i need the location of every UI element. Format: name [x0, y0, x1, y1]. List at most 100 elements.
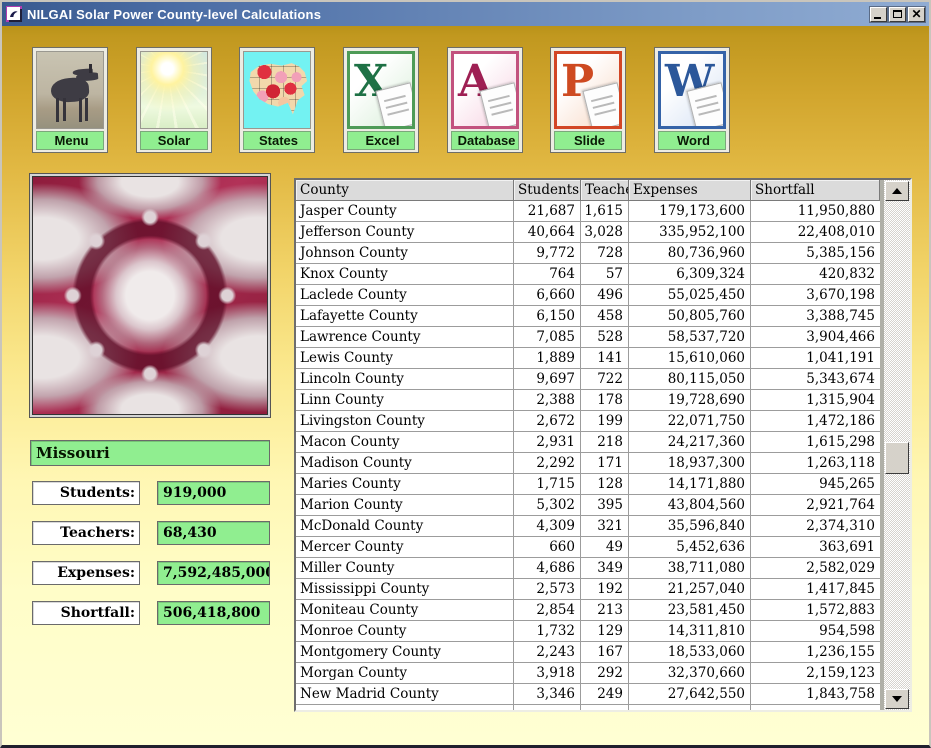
- field-label-shortfall: Shortfall:: [32, 601, 140, 625]
- scrollbar-thumb[interactable]: [885, 442, 909, 474]
- field-value-teachers: 68,430: [157, 521, 270, 545]
- value-cell: 2,931: [514, 432, 581, 453]
- county-cell: Laclede County: [296, 285, 514, 306]
- access-icon: [451, 51, 519, 129]
- scroll-down-button[interactable]: [885, 689, 909, 709]
- us-map-icon: [243, 51, 311, 129]
- app-icon: [6, 6, 23, 23]
- field-label-teachers: Teachers:: [32, 521, 140, 545]
- table-row[interactable]: Knox County764576,309,324420,832: [296, 264, 880, 285]
- value-cell: 945,265: [751, 474, 880, 495]
- table-row[interactable]: Lewis County1,88914115,610,0601,041,191: [296, 348, 880, 369]
- tool-button-label: Word: [658, 131, 726, 150]
- table-row[interactable]: Macon County2,93121824,217,3601,615,298: [296, 432, 880, 453]
- value-cell: 660: [514, 537, 581, 558]
- value-cell: 141: [581, 348, 629, 369]
- county-cell: New Madrid County: [296, 684, 514, 705]
- value-cell: 1,732: [514, 621, 581, 642]
- title-bar: NILGAI Solar Power County-level Calculat…: [2, 2, 929, 26]
- value-cell: 335,952,100: [629, 222, 751, 243]
- value-cell: 23,581,450: [629, 600, 751, 621]
- table-row[interactable]: Montgomery County2,24316718,533,0601,236…: [296, 642, 880, 663]
- table-row[interactable]: Lawrence County7,08552858,537,7203,904,4…: [296, 327, 880, 348]
- county-cell: Montgomery County: [296, 642, 514, 663]
- value-cell: 6,309,324: [629, 264, 751, 285]
- value-cell: 55,025,450: [629, 285, 751, 306]
- value-cell: 728: [581, 243, 629, 264]
- close-icon: ✕: [909, 8, 924, 21]
- column-header-teachers: Teachers: [581, 180, 629, 201]
- value-cell: 3,918: [514, 663, 581, 684]
- table-row[interactable]: Moniteau County2,85421323,581,4501,572,8…: [296, 600, 880, 621]
- scroll-up-button[interactable]: [885, 181, 909, 201]
- table-row[interactable]: Miller County4,68634938,711,0802,582,029: [296, 558, 880, 579]
- minimize-button[interactable]: [870, 7, 887, 22]
- fractal-pattern: [32, 176, 268, 415]
- value-cell: 2,292: [514, 453, 581, 474]
- value-cell: 420,832: [751, 264, 880, 285]
- table-row[interactable]: Lafayette County6,15045850,805,7603,388,…: [296, 306, 880, 327]
- table-row[interactable]: Mercer County660495,452,636363,691: [296, 537, 880, 558]
- toolbar-button-excel[interactable]: Excel: [343, 47, 419, 153]
- table-row[interactable]: Marion County5,30239543,804,5602,921,764: [296, 495, 880, 516]
- value-cell: 5,452,636: [629, 537, 751, 558]
- value-cell: 32,370,660: [629, 663, 751, 684]
- value-cell: 22,408,010: [751, 222, 880, 243]
- toolbar-button-solar[interactable]: Solar: [136, 47, 212, 153]
- table-row[interactable]: New Madrid County3,34624927,642,5501,843…: [296, 684, 880, 705]
- vertical-scrollbar[interactable]: [880, 180, 910, 710]
- value-cell: 321: [581, 516, 629, 537]
- window-controls: ✕: [870, 7, 925, 22]
- powerpoint-icon: [554, 51, 622, 129]
- county-table-grid: CountyStudentsTeachersExpensesShortfallJ…: [296, 180, 880, 710]
- value-cell: 395: [581, 495, 629, 516]
- table-row[interactable]: Lincoln County9,69772280,115,0505,343,67…: [296, 369, 880, 390]
- close-button[interactable]: ✕: [908, 7, 925, 22]
- county-cell: Macon County: [296, 432, 514, 453]
- table-row[interactable]: Monroe County1,73212914,311,810954,598: [296, 621, 880, 642]
- table-row[interactable]: Morgan County3,91829232,370,6602,159,123: [296, 663, 880, 684]
- value-cell: 5,302: [514, 495, 581, 516]
- window-title: NILGAI Solar Power County-level Calculat…: [27, 7, 870, 22]
- toolbar-button-states[interactable]: States: [239, 47, 315, 153]
- value-cell: 2,388: [514, 390, 581, 411]
- table-row-partial: [296, 705, 880, 710]
- value-cell: 1,041,191: [751, 348, 880, 369]
- county-cell: Madison County: [296, 453, 514, 474]
- value-cell: 5,343,674: [751, 369, 880, 390]
- value-cell: 22,071,750: [629, 411, 751, 432]
- toolbar-button-database[interactable]: Database: [447, 47, 523, 153]
- table-row[interactable]: Laclede County6,66049655,025,4503,670,19…: [296, 285, 880, 306]
- value-cell: 57: [581, 264, 629, 285]
- value-cell: 4,309: [514, 516, 581, 537]
- value-cell: 6,150: [514, 306, 581, 327]
- value-cell: 2,921,764: [751, 495, 880, 516]
- table-row[interactable]: Johnson County9,77272880,736,9605,385,15…: [296, 243, 880, 264]
- table-row[interactable]: Jefferson County40,6643,028335,952,10022…: [296, 222, 880, 243]
- value-cell: 2,159,123: [751, 663, 880, 684]
- toolbar-button-menu[interactable]: Menu: [32, 47, 108, 153]
- scrollbar-track[interactable]: [884, 180, 910, 710]
- value-cell: 1,615: [581, 201, 629, 222]
- maximize-button[interactable]: [889, 7, 906, 22]
- county-cell: Miller County: [296, 558, 514, 579]
- value-cell: 954,598: [751, 621, 880, 642]
- value-cell: 80,736,960: [629, 243, 751, 264]
- table-row[interactable]: McDonald County4,30932135,596,8402,374,3…: [296, 516, 880, 537]
- table-row[interactable]: Mississippi County2,57319221,257,0401,41…: [296, 579, 880, 600]
- table-row[interactable]: Linn County2,38817819,728,6901,315,904: [296, 390, 880, 411]
- value-cell: 218: [581, 432, 629, 453]
- value-cell: 18,937,300: [629, 453, 751, 474]
- toolbar-button-slide[interactable]: Slide: [550, 47, 626, 153]
- toolbar-button-word[interactable]: Word: [654, 47, 730, 153]
- value-cell: 496: [581, 285, 629, 306]
- table-row[interactable]: Maries County1,71512814,171,880945,265: [296, 474, 880, 495]
- table-row[interactable]: Livingston County2,67219922,071,7501,472…: [296, 411, 880, 432]
- table-row[interactable]: Madison County2,29217118,937,3001,263,11…: [296, 453, 880, 474]
- value-cell: 4,686: [514, 558, 581, 579]
- value-cell: 192: [581, 579, 629, 600]
- value-cell: 3,670,198: [751, 285, 880, 306]
- value-cell: 2,854: [514, 600, 581, 621]
- table-row[interactable]: Jasper County21,6871,615179,173,60011,95…: [296, 201, 880, 222]
- county-cell: Lewis County: [296, 348, 514, 369]
